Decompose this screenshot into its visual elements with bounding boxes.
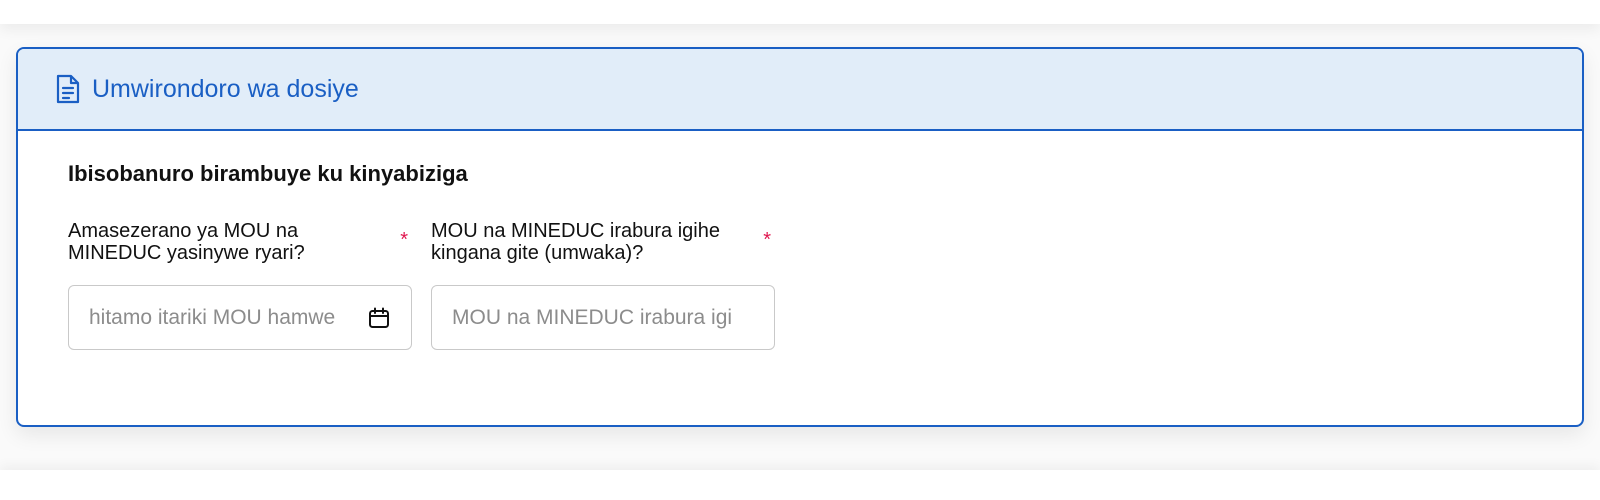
- section-title: Ibisobanuro birambuye ku kinyabiziga: [68, 161, 468, 186]
- required-marker: *: [400, 229, 408, 251]
- mou-signed-date-input-box[interactable]: [68, 285, 412, 350]
- next-card: [0, 470, 1600, 500]
- mou-remaining-years-input[interactable]: [452, 305, 754, 330]
- field-label: MOU na MINEDUC irabura igihe kingana git…: [431, 220, 775, 264]
- panel-header: Umwirondoro wa dosiye: [18, 49, 1582, 131]
- calendar-icon[interactable]: [367, 306, 391, 330]
- mou-remaining-years-input-box[interactable]: [431, 285, 775, 350]
- required-marker: *: [763, 229, 771, 251]
- field-label: Amasezerano ya MOU na MINEDUC yasinywe r…: [68, 220, 412, 264]
- file-profile-panel: Umwirondoro wa dosiye Ibisobanuro biramb…: [16, 47, 1584, 427]
- mou-signed-date-label: Amasezerano ya MOU na MINEDUC yasinywe r…: [68, 220, 305, 264]
- mou-signed-date-field: Amasezerano ya MOU na MINEDUC yasinywe r…: [68, 220, 412, 350]
- previous-card: [0, 0, 1600, 24]
- mou-remaining-years-field: MOU na MINEDUC irabura igihe kingana git…: [431, 220, 775, 350]
- mou-signed-date-input[interactable]: [89, 305, 361, 330]
- document-icon: [54, 73, 82, 105]
- panel-title: Umwirondoro wa dosiye: [92, 74, 359, 103]
- mou-remaining-years-label: MOU na MINEDUC irabura igihe kingana git…: [431, 220, 720, 264]
